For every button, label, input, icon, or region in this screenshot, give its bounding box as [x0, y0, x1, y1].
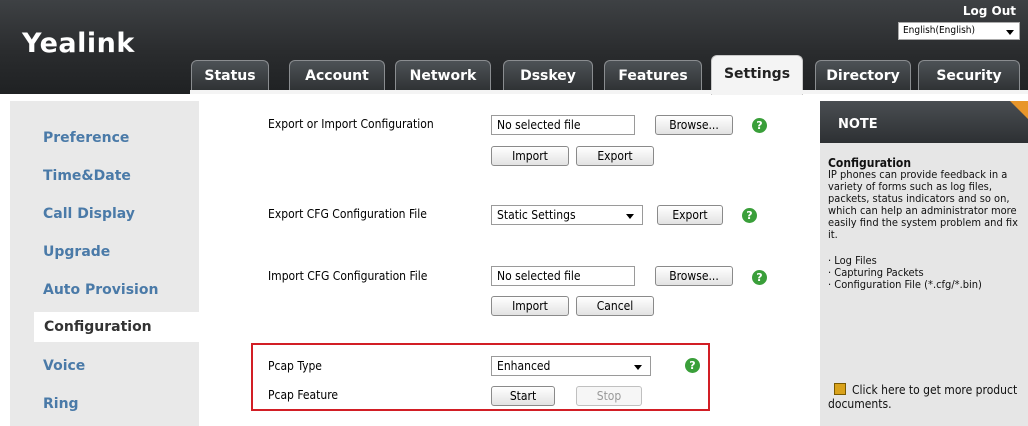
pcap-type-label: Pcap Type: [268, 359, 322, 373]
sidebar-item-time-date[interactable]: Time&Date: [43, 168, 131, 184]
document-icon: [834, 383, 846, 395]
export-cfg-label: Export CFG Configuration File: [268, 207, 427, 221]
export-import-file-field[interactable]: No selected file: [491, 115, 635, 135]
export-import-label: Export or Import Configuration: [268, 117, 434, 131]
sidebar-item-voice[interactable]: Voice: [43, 358, 85, 374]
export-cfg-select-value: Static Settings: [497, 208, 576, 222]
language-select[interactable]: English(English): [898, 22, 1020, 40]
sidebar-item-auto-provision[interactable]: Auto Provision: [43, 282, 158, 298]
sidebar-item-preference[interactable]: Preference: [43, 130, 129, 146]
brand-logo: Yealink: [22, 28, 135, 59]
note-header: NOTE: [820, 101, 1028, 143]
note-panel: NOTE Configuration IP phones can provide…: [820, 101, 1028, 426]
sidebar-item-call-display[interactable]: Call Display: [43, 206, 135, 222]
tab-network[interactable]: Network: [395, 60, 491, 93]
import-button[interactable]: Import: [491, 146, 569, 166]
tab-security[interactable]: Security: [918, 60, 1020, 93]
note-body: Configuration IP phones can provide feed…: [828, 157, 1026, 291]
note-title: NOTE: [838, 117, 878, 132]
tab-features[interactable]: Features: [604, 60, 702, 93]
note-corner-icon: [1010, 101, 1028, 119]
pcap-type-select[interactable]: Enhanced: [491, 356, 651, 376]
import-cfg-import-button[interactable]: Import: [491, 296, 569, 316]
chevron-down-icon: [634, 365, 642, 370]
export-cfg-select[interactable]: Static Settings: [491, 205, 643, 225]
sidebar-item-configuration[interactable]: Configuration: [34, 312, 210, 342]
chevron-down-icon: [1006, 30, 1014, 35]
pcap-type-select-value: Enhanced: [497, 359, 551, 373]
sidebar-item-ring[interactable]: Ring: [43, 396, 79, 412]
sidebar-item-upgrade[interactable]: Upgrade: [43, 244, 110, 260]
tab-directory[interactable]: Directory: [815, 60, 911, 93]
export-cfg-button[interactable]: Export: [657, 205, 723, 225]
language-value: English(English): [903, 25, 976, 36]
chevron-down-icon: [626, 214, 634, 219]
tab-baseline: [190, 90, 1028, 94]
import-cfg-file-field[interactable]: No selected file: [491, 266, 635, 286]
tab-settings[interactable]: Settings: [711, 55, 803, 95]
note-text: IP phones can provide feedback in a vari…: [828, 168, 1018, 241]
tab-account[interactable]: Account: [289, 60, 385, 93]
help-icon[interactable]: ?: [752, 270, 767, 285]
pcap-stop-button[interactable]: Stop: [576, 386, 642, 406]
header-bar: Yealink Log Out English(English) Status …: [0, 0, 1028, 95]
import-cfg-cancel-button[interactable]: Cancel: [576, 296, 654, 316]
product-docs-text: Click here to get more product documents…: [828, 383, 1018, 411]
import-cfg-label: Import CFG Configuration File: [268, 269, 428, 283]
sidebar: Preference Time&Date Call Display Upgrad…: [10, 101, 210, 426]
export-button[interactable]: Export: [576, 146, 654, 166]
product-docs-link[interactable]: Click here to get more product documents…: [828, 383, 1026, 411]
export-import-browse-button[interactable]: Browse...: [655, 115, 733, 135]
main-content: Export or Import Configuration No select…: [200, 101, 812, 426]
help-icon[interactable]: ?: [742, 208, 757, 223]
logout-link[interactable]: Log Out: [963, 4, 1016, 18]
help-icon[interactable]: ?: [685, 358, 700, 373]
note-bullet: · Configuration File (*.cfg/*.bin): [828, 278, 982, 291]
tab-dsskey[interactable]: Dsskey: [503, 60, 593, 93]
note-spacer: [828, 241, 1026, 255]
pcap-start-button[interactable]: Start: [491, 386, 555, 406]
pcap-feature-label: Pcap Feature: [268, 388, 339, 402]
tab-status[interactable]: Status: [191, 60, 269, 93]
import-cfg-browse-button[interactable]: Browse...: [655, 266, 733, 286]
help-icon[interactable]: ?: [752, 118, 767, 133]
